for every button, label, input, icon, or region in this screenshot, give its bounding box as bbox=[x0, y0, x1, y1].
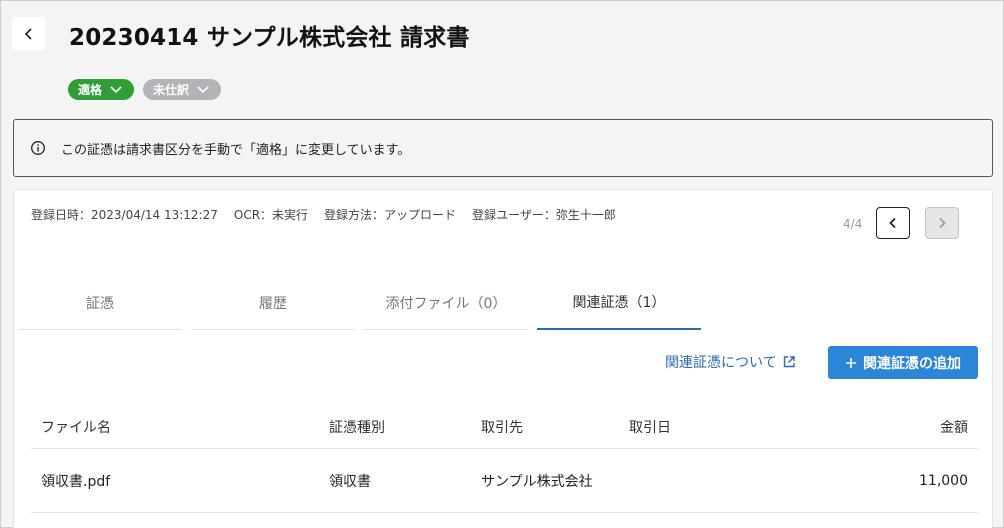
external-link-icon bbox=[783, 356, 795, 368]
add-related-voucher-button[interactable]: 関連証憑の追加 bbox=[828, 346, 978, 379]
page-title: 20230414 サンプル株式会社 請求書 bbox=[69, 25, 470, 51]
row-partner: サンプル株式会社 bbox=[481, 473, 593, 490]
tab-related-vouchers[interactable]: 関連証憑（1） bbox=[537, 276, 701, 330]
chevron-down-icon bbox=[197, 85, 209, 93]
voucher-detail-card: 登録日時：2023/04/14 13:12:27 OCR：未実行 登録方法：アッ… bbox=[13, 189, 993, 528]
info-notice-text: この証憑は請求書区分を手動で「適格」に変更しています。 bbox=[61, 142, 411, 158]
previous-voucher-button[interactable] bbox=[876, 207, 910, 239]
chevron-left-icon bbox=[24, 27, 32, 40]
qualification-status-dropdown[interactable]: 適格 bbox=[68, 79, 135, 100]
about-related-vouchers-link[interactable]: 関連証憑について bbox=[665, 352, 796, 372]
row-amount: 11,000 bbox=[919, 472, 968, 489]
table-row[interactable]: 領収書.pdf 領収書 サンプル株式会社 11,000 bbox=[31, 449, 978, 513]
column-header-type: 証憑種別 bbox=[329, 420, 385, 436]
registration-user: 登録ユーザー：弥生十一郎 bbox=[472, 208, 616, 222]
tab-voucher[interactable]: 証憑 bbox=[18, 276, 182, 330]
related-vouchers-table: ファイル名 証憑種別 取引先 取引日 金額 領収書.pdf 領収書 サンプル株式… bbox=[31, 406, 978, 513]
info-icon bbox=[31, 141, 45, 155]
tab-history[interactable]: 履歴 bbox=[191, 276, 355, 330]
back-button[interactable] bbox=[12, 17, 45, 50]
registered-at: 登録日時：2023/04/14 13:12:27 bbox=[31, 208, 218, 222]
chevron-left-icon bbox=[889, 217, 896, 229]
pager-count: 4/4 bbox=[843, 217, 863, 231]
column-header-partner: 取引先 bbox=[481, 420, 523, 436]
table-header-row: ファイル名 証憑種別 取引先 取引日 金額 bbox=[31, 406, 978, 449]
column-header-date: 取引日 bbox=[629, 420, 671, 436]
registration-meta: 登録日時：2023/04/14 13:12:27 OCR：未実行 登録方法：アッ… bbox=[31, 206, 616, 223]
row-voucher-type: 領収書 bbox=[329, 473, 371, 490]
journal-status-label: 未仕訳 bbox=[153, 83, 190, 97]
column-header-amount: 金額 bbox=[940, 420, 968, 436]
detail-tabs: 証憑 履歴 添付ファイル（0） 関連証憑（1） bbox=[18, 276, 701, 330]
registration-method: 登録方法：アップロード bbox=[324, 208, 457, 222]
qualification-status-label: 適格 bbox=[78, 83, 103, 97]
info-notice: この証憑は請求書区分を手動で「適格」に変更しています。 bbox=[13, 119, 993, 177]
chevron-right-icon bbox=[939, 217, 946, 229]
column-header-file: ファイル名 bbox=[41, 420, 111, 436]
row-file-name: 領収書.pdf bbox=[41, 473, 111, 490]
ocr-status: OCR：未実行 bbox=[233, 208, 309, 222]
plus-icon bbox=[846, 357, 856, 368]
add-related-voucher-label: 関連証憑の追加 bbox=[863, 355, 961, 372]
badge-group: 適格 未仕訳 bbox=[68, 79, 222, 100]
next-voucher-button[interactable] bbox=[925, 207, 959, 239]
journal-status-dropdown[interactable]: 未仕訳 bbox=[143, 79, 222, 100]
chevron-down-icon bbox=[110, 85, 122, 93]
about-related-vouchers-label: 関連証憑について bbox=[665, 355, 777, 371]
tab-attachments[interactable]: 添付ファイル（0） bbox=[364, 276, 528, 330]
